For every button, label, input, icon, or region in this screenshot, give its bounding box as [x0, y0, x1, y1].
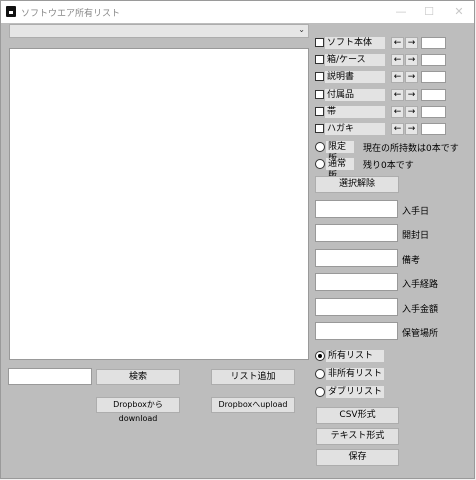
software-listbox[interactable]: [9, 48, 309, 360]
double-list-radio[interactable]: [315, 387, 325, 397]
opened-date-input[interactable]: [315, 224, 398, 242]
obi-right-arrow-icon[interactable]: →: [405, 106, 418, 118]
search-button[interactable]: 検索: [96, 369, 180, 385]
manual-count-input[interactable]: [421, 71, 446, 83]
acquisition-route-input[interactable]: [315, 273, 398, 291]
window-title: ソフトウエア所有リスト: [21, 9, 121, 19]
owned-count-text: 現在の所持数は0本です: [363, 144, 459, 154]
acquired-date-label: 入手日: [402, 207, 430, 217]
clear-selection-button[interactable]: 選択解除: [315, 176, 399, 193]
case-left-arrow-icon[interactable]: ←: [391, 54, 404, 66]
maximize-button[interactable]: ☐: [415, 3, 443, 21]
remaining-count-text: 残り0本です: [363, 161, 414, 171]
search-input[interactable]: [8, 368, 92, 385]
software-left-arrow-icon[interactable]: ←: [391, 37, 404, 49]
csv-format-button[interactable]: CSV形式: [316, 407, 399, 424]
software-count-input[interactable]: [421, 37, 446, 49]
dropbox-download-button[interactable]: Dropboxからdownload: [96, 397, 180, 423]
accessory-checkbox[interactable]: [315, 90, 324, 99]
postcard-count-input[interactable]: [421, 123, 446, 135]
manual-checkbox[interactable]: [315, 72, 324, 81]
postcard-checkbox[interactable]: [315, 124, 324, 133]
software-right-arrow-icon[interactable]: →: [405, 37, 418, 49]
obi-label: 帯: [325, 106, 385, 118]
not-owned-list-radio[interactable]: [315, 369, 325, 379]
close-button[interactable]: ✕: [445, 3, 473, 21]
notes-input[interactable]: [315, 249, 398, 267]
software-checkbox[interactable]: [315, 38, 324, 47]
price-label: 入手金額: [402, 305, 439, 315]
obi-checkbox[interactable]: [315, 107, 324, 116]
obi-count-input[interactable]: [421, 106, 446, 118]
accessory-left-arrow-icon[interactable]: ←: [391, 89, 404, 101]
manual-left-arrow-icon[interactable]: ←: [391, 71, 404, 83]
list-add-button[interactable]: リスト追加: [211, 369, 295, 385]
case-checkbox[interactable]: [315, 55, 324, 64]
postcard-right-arrow-icon[interactable]: →: [405, 123, 418, 135]
case-count-input[interactable]: [421, 54, 446, 66]
acquisition-route-label: 入手経路: [402, 280, 439, 290]
case-right-arrow-icon[interactable]: →: [405, 54, 418, 66]
owned-list-radio[interactable]: [315, 351, 325, 361]
chevron-down-icon[interactable]: ⌄: [298, 25, 305, 34]
normal-edition-label: 通常版: [326, 158, 354, 181]
postcard-left-arrow-icon[interactable]: ←: [391, 123, 404, 135]
accessory-right-arrow-icon[interactable]: →: [405, 89, 418, 101]
normal-edition-radio[interactable]: [315, 159, 325, 169]
text-format-button[interactable]: テキスト形式: [316, 428, 399, 445]
obi-left-arrow-icon[interactable]: ←: [391, 106, 404, 118]
accessory-label: 付属品: [325, 89, 385, 101]
accessory-count-input[interactable]: [421, 89, 446, 101]
manual-label: 説明書: [325, 71, 385, 83]
software-label: ソフト本体: [325, 37, 385, 49]
not-owned-list-label: 非所有リスト: [326, 368, 384, 380]
app-icon: [6, 6, 16, 17]
category-combobox[interactable]: ⌄: [9, 24, 309, 38]
acquired-date-input[interactable]: [315, 200, 398, 218]
opened-date-label: 開封日: [402, 231, 430, 241]
double-list-label: ダブリリスト: [326, 386, 384, 398]
dropbox-upload-button[interactable]: Dropboxへupload: [211, 397, 295, 413]
owned-list-label: 所有リスト: [326, 350, 384, 362]
limited-edition-label: 限定版: [326, 141, 354, 164]
app-window: ソフトウエア所有リスト — ☐ ✕ ⌄ 検索 リスト追加 Dropboxからdo…: [0, 0, 475, 479]
case-label: 箱/ケース: [325, 54, 385, 66]
postcard-label: ハガキ: [325, 123, 385, 135]
manual-right-arrow-icon[interactable]: →: [405, 71, 418, 83]
save-button[interactable]: 保存: [316, 449, 399, 466]
storage-location-input[interactable]: [315, 322, 398, 340]
minimize-button[interactable]: —: [387, 3, 415, 21]
price-input[interactable]: [315, 298, 398, 316]
notes-label: 備考: [402, 256, 421, 266]
limited-edition-radio[interactable]: [315, 142, 325, 152]
storage-location-label: 保管場所: [402, 329, 439, 339]
title-bar: ソフトウエア所有リスト — ☐ ✕: [1, 1, 474, 23]
